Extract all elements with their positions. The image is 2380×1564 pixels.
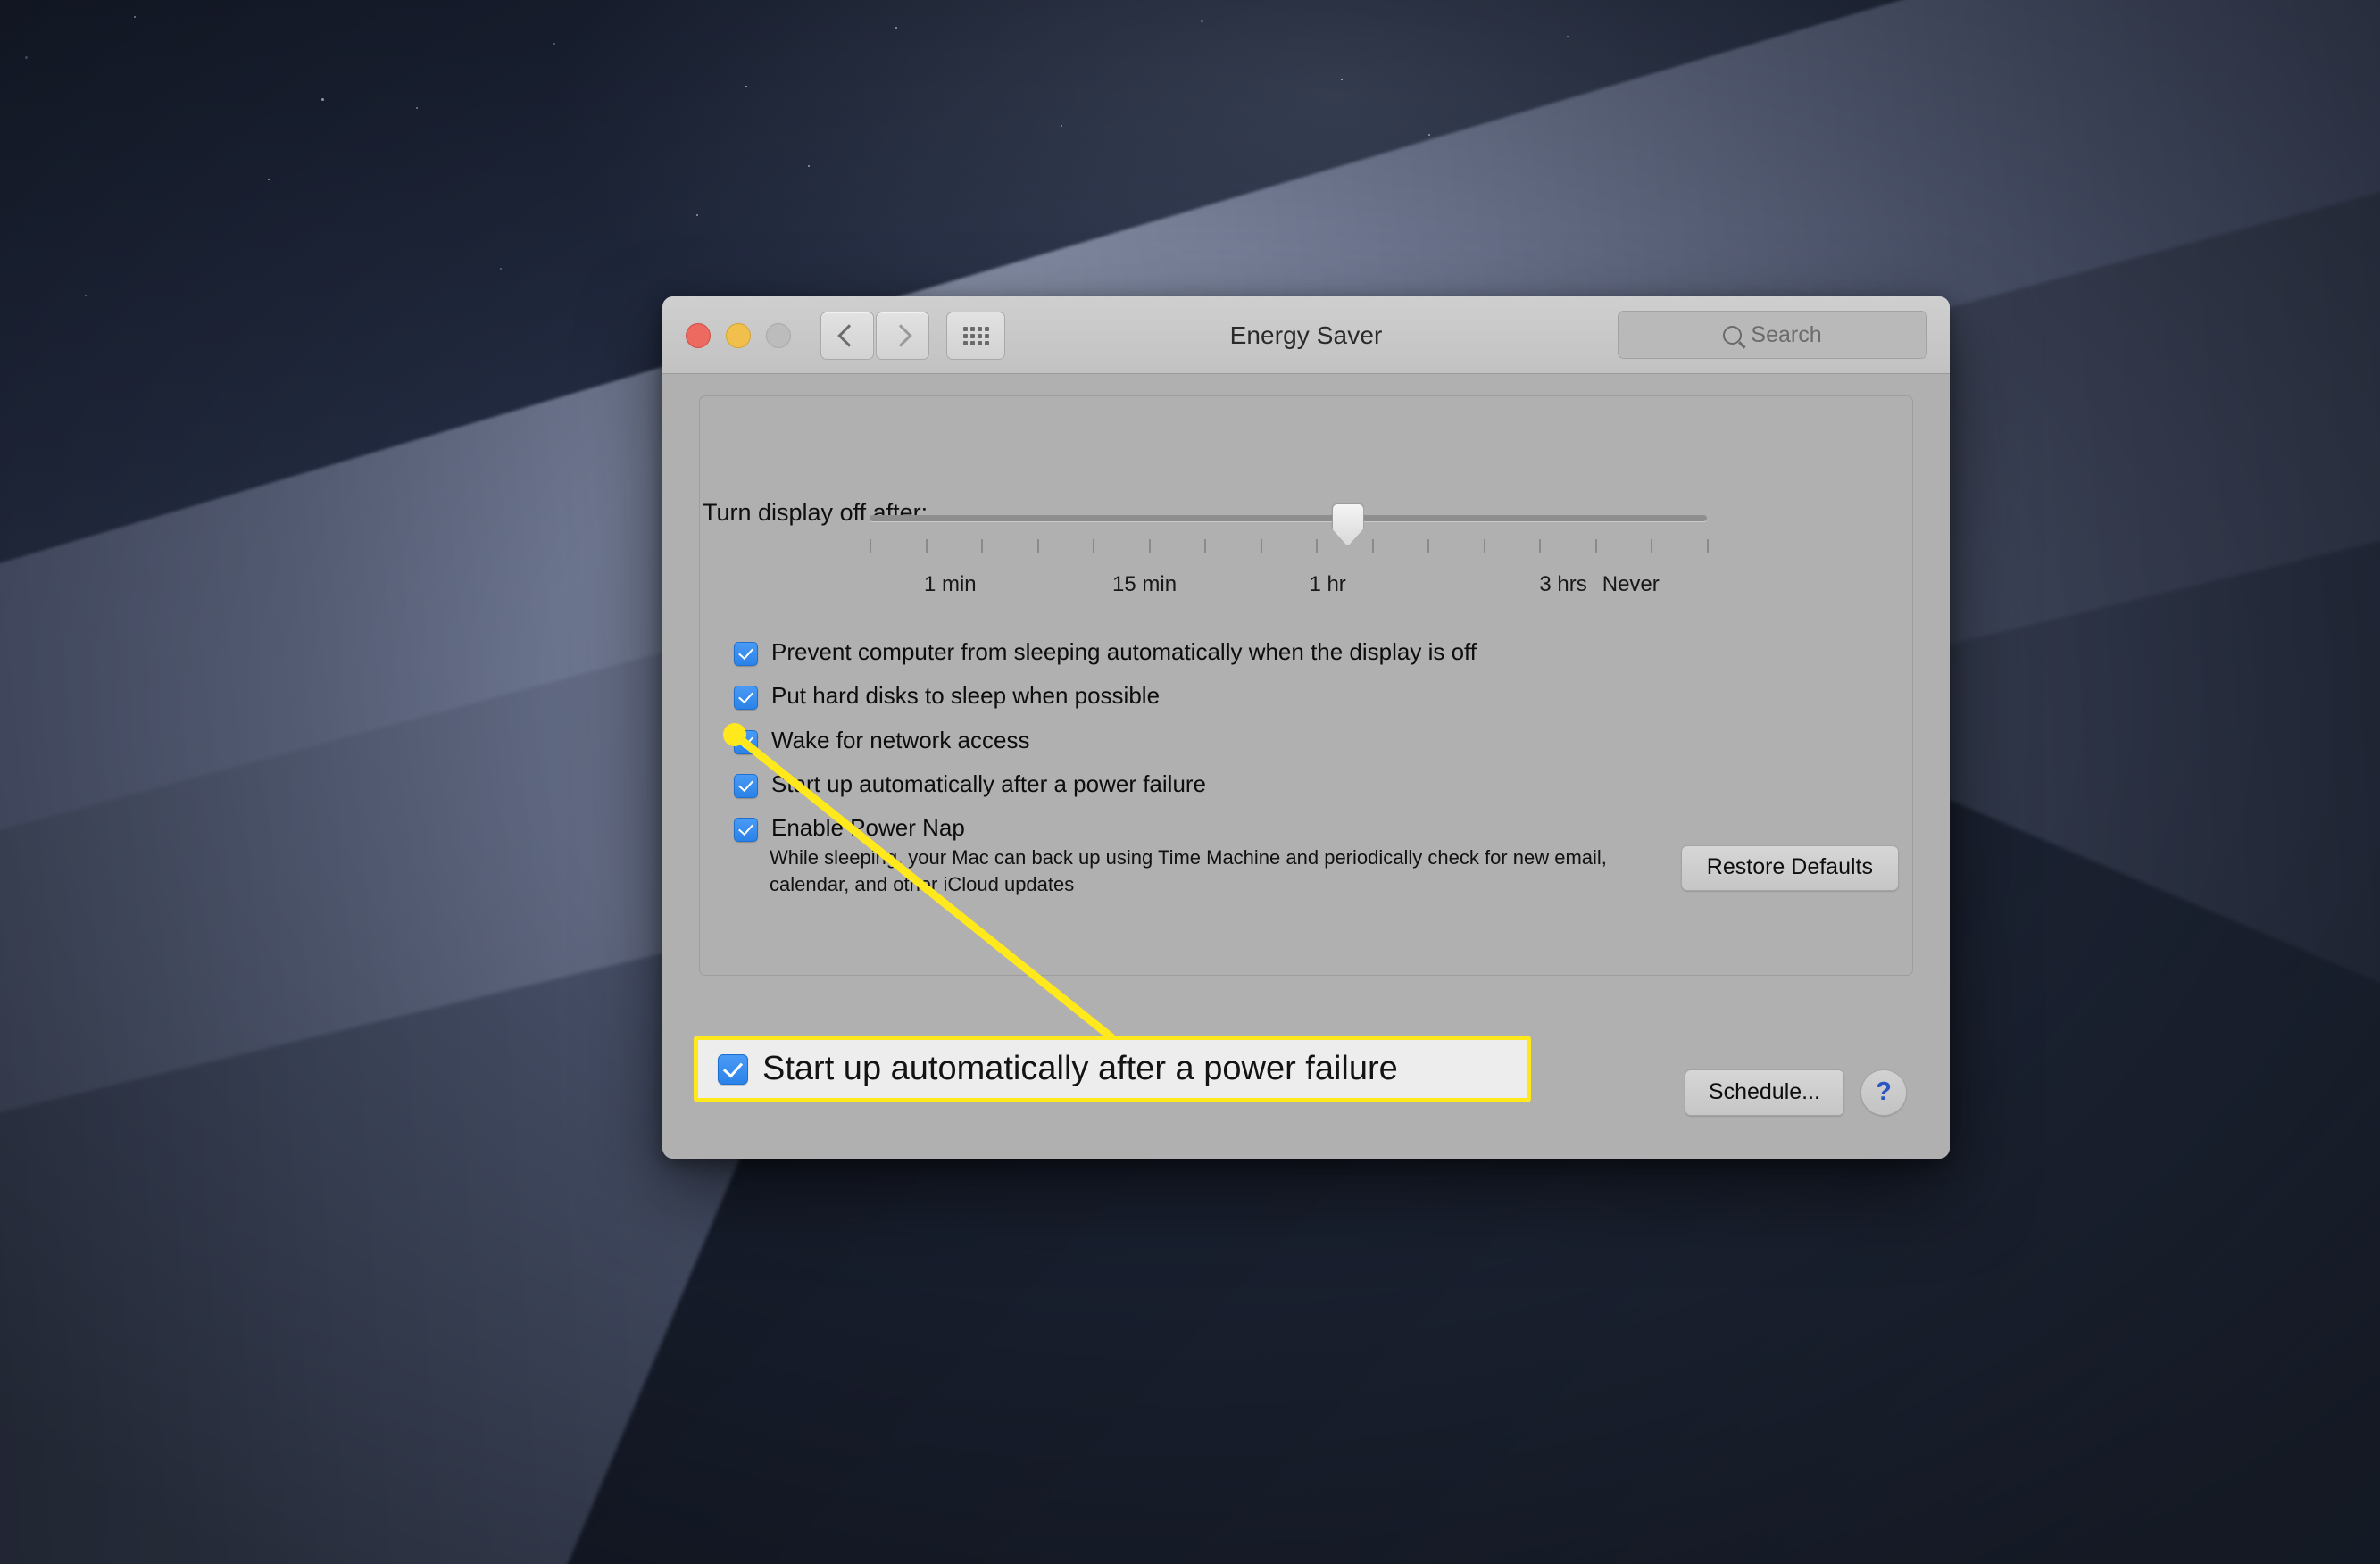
checkbox-checked-icon[interactable]	[734, 686, 758, 711]
display-sleep-slider-row: Turn display off after:	[662, 499, 1950, 553]
slider-tick-label: 1 min	[923, 572, 977, 596]
option-label: Enable Power Nap	[771, 814, 965, 842]
checkbox-checked-icon[interactable]	[734, 773, 758, 798]
window-titlebar[interactable]: Energy Saver Search	[662, 296, 1950, 374]
slider-ticks	[870, 539, 1709, 553]
annotation-anchor-dot	[723, 723, 746, 746]
schedule-button[interactable]: Schedule...	[1684, 1069, 1844, 1116]
checkbox-checked-icon[interactable]	[718, 1053, 748, 1085]
slider-tick	[1651, 539, 1653, 553]
slider-tick	[1427, 539, 1430, 553]
search-placeholder: Search	[1751, 321, 1822, 347]
slider-tick	[1594, 539, 1597, 553]
search-icon	[1723, 325, 1743, 345]
slider-tick	[1539, 539, 1542, 553]
slider-tick	[1316, 539, 1319, 553]
slider-tick-label: 1 hr	[1309, 572, 1346, 596]
annotation-callout-label: Start up automatically after a power fai…	[762, 1050, 1398, 1087]
slider-label: Turn display off after:	[703, 499, 928, 526]
slider-track[interactable]	[870, 515, 1707, 521]
energy-saver-window: Energy Saver Search Turn display off aft…	[662, 296, 1950, 1159]
slider-tick	[1093, 539, 1095, 553]
option-label: Put hard disks to sleep when possible	[771, 682, 1161, 710]
restore-defaults-button[interactable]: Restore Defaults	[1680, 845, 1899, 891]
checkbox-checked-icon[interactable]	[734, 818, 758, 843]
slider-tick	[1483, 539, 1485, 553]
slider-tick	[1371, 539, 1374, 553]
slider-tick	[1707, 539, 1709, 553]
slider-tick-label: 3 hrs	[1539, 572, 1587, 596]
option-label: Wake for network access	[771, 726, 1030, 753]
option-label: Start up automatically after a power fai…	[771, 770, 1207, 797]
slider-tick	[1260, 539, 1262, 553]
slider-tick	[925, 539, 928, 553]
option-wake-network[interactable]: Wake for network access	[734, 726, 1850, 755]
help-button[interactable]: ?	[1860, 1069, 1907, 1116]
option-prevent-sleep[interactable]: Prevent computer from sleeping automatic…	[734, 637, 1850, 667]
slider-tick-label: Never	[1602, 572, 1660, 596]
slider-tick	[870, 539, 871, 553]
option-start-after-power-failure[interactable]: Start up automatically after a power fai…	[734, 770, 1850, 799]
annotation-callout: Start up automatically after a power fai…	[694, 1036, 1531, 1102]
option-label: Prevent computer from sleeping automatic…	[771, 638, 1477, 665]
slider-tick	[1204, 539, 1207, 553]
slider-tick-labels: 1 min 15 min 1 hr 3 hrs Never	[662, 572, 1950, 603]
slider-tick-label: 15 min	[1112, 572, 1178, 596]
checkbox-checked-icon[interactable]	[734, 642, 758, 666]
slider-tick	[1036, 539, 1039, 553]
option-hard-disk-sleep[interactable]: Put hard disks to sleep when possible	[734, 681, 1850, 711]
option-enable-power-nap[interactable]: Enable Power Nap	[734, 813, 1850, 843]
slider-tick	[1148, 539, 1151, 553]
power-nap-description: While sleeping, your Mac can back up usi…	[770, 846, 1607, 896]
search-input[interactable]: Search	[1618, 311, 1927, 359]
slider-tick	[981, 539, 984, 553]
